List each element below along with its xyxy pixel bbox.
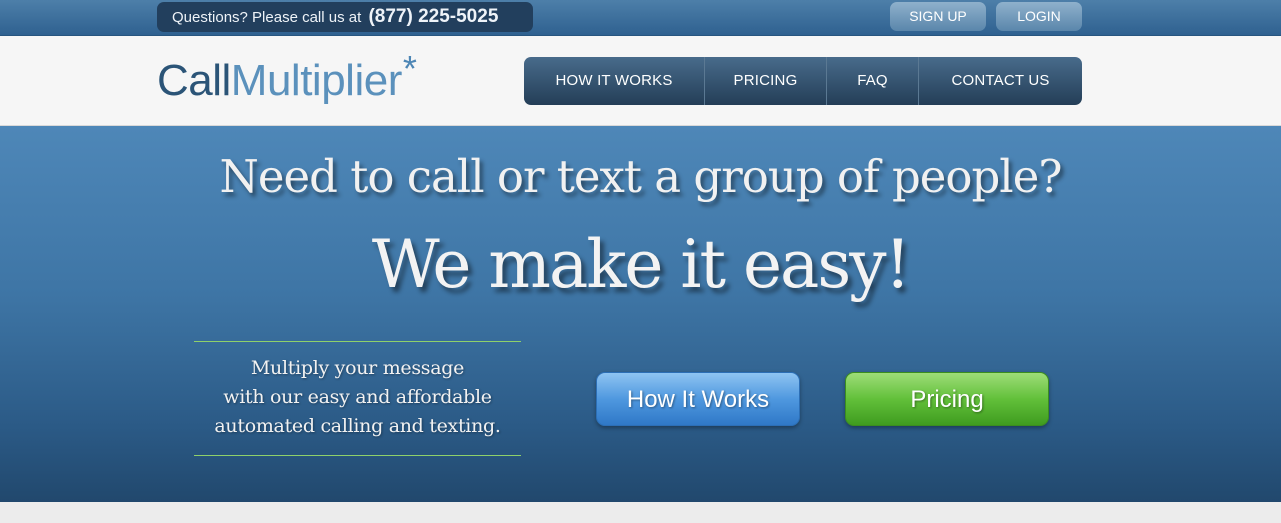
phone-contact-pill: Questions? Please call us at (877) 225-5…: [157, 2, 533, 32]
login-button[interactable]: LOGIN: [996, 2, 1082, 31]
sign-up-button[interactable]: SIGN UP: [890, 2, 986, 31]
how-it-works-button[interactable]: How It Works: [596, 372, 800, 426]
tagline-line-1: Multiply your message: [250, 357, 465, 379]
nav-pricing[interactable]: PRICING: [705, 57, 827, 105]
tagline-box: Multiply your message with our easy and …: [194, 341, 521, 456]
top-utility-bar: Questions? Please call us at (877) 225-5…: [0, 0, 1281, 36]
phone-number[interactable]: (877) 225-5025: [368, 6, 498, 27]
hero-headline: Need to call or text a group of people?: [219, 150, 1063, 203]
tagline-line-2: with our easy and affordable: [223, 386, 492, 408]
pricing-button[interactable]: Pricing: [845, 372, 1049, 426]
logo-star-icon: *: [402, 48, 417, 89]
nav-contact-us[interactable]: CONTACT US: [919, 57, 1082, 105]
page-bottom-strip: [0, 502, 1281, 523]
site-header: CallMultiplier* HOW IT WORKS PRICING FAQ…: [0, 36, 1281, 126]
logo-call-text: Call: [157, 56, 231, 105]
tagline-line-3: automated calling and texting.: [214, 415, 501, 437]
hero-banner: Need to call or text a group of people? …: [0, 126, 1281, 502]
hero-subheadline: We make it easy!: [371, 226, 911, 303]
nav-how-it-works[interactable]: HOW IT WORKS: [524, 57, 705, 105]
questions-text: Questions? Please call us at: [172, 9, 362, 26]
callmultiplier-logo[interactable]: CallMultiplier*: [157, 48, 417, 108]
logo-multiplier-text: Multiplier: [230, 56, 403, 105]
nav-faq[interactable]: FAQ: [827, 57, 919, 105]
main-nav: HOW IT WORKS PRICING FAQ CONTACT US: [524, 57, 1082, 105]
